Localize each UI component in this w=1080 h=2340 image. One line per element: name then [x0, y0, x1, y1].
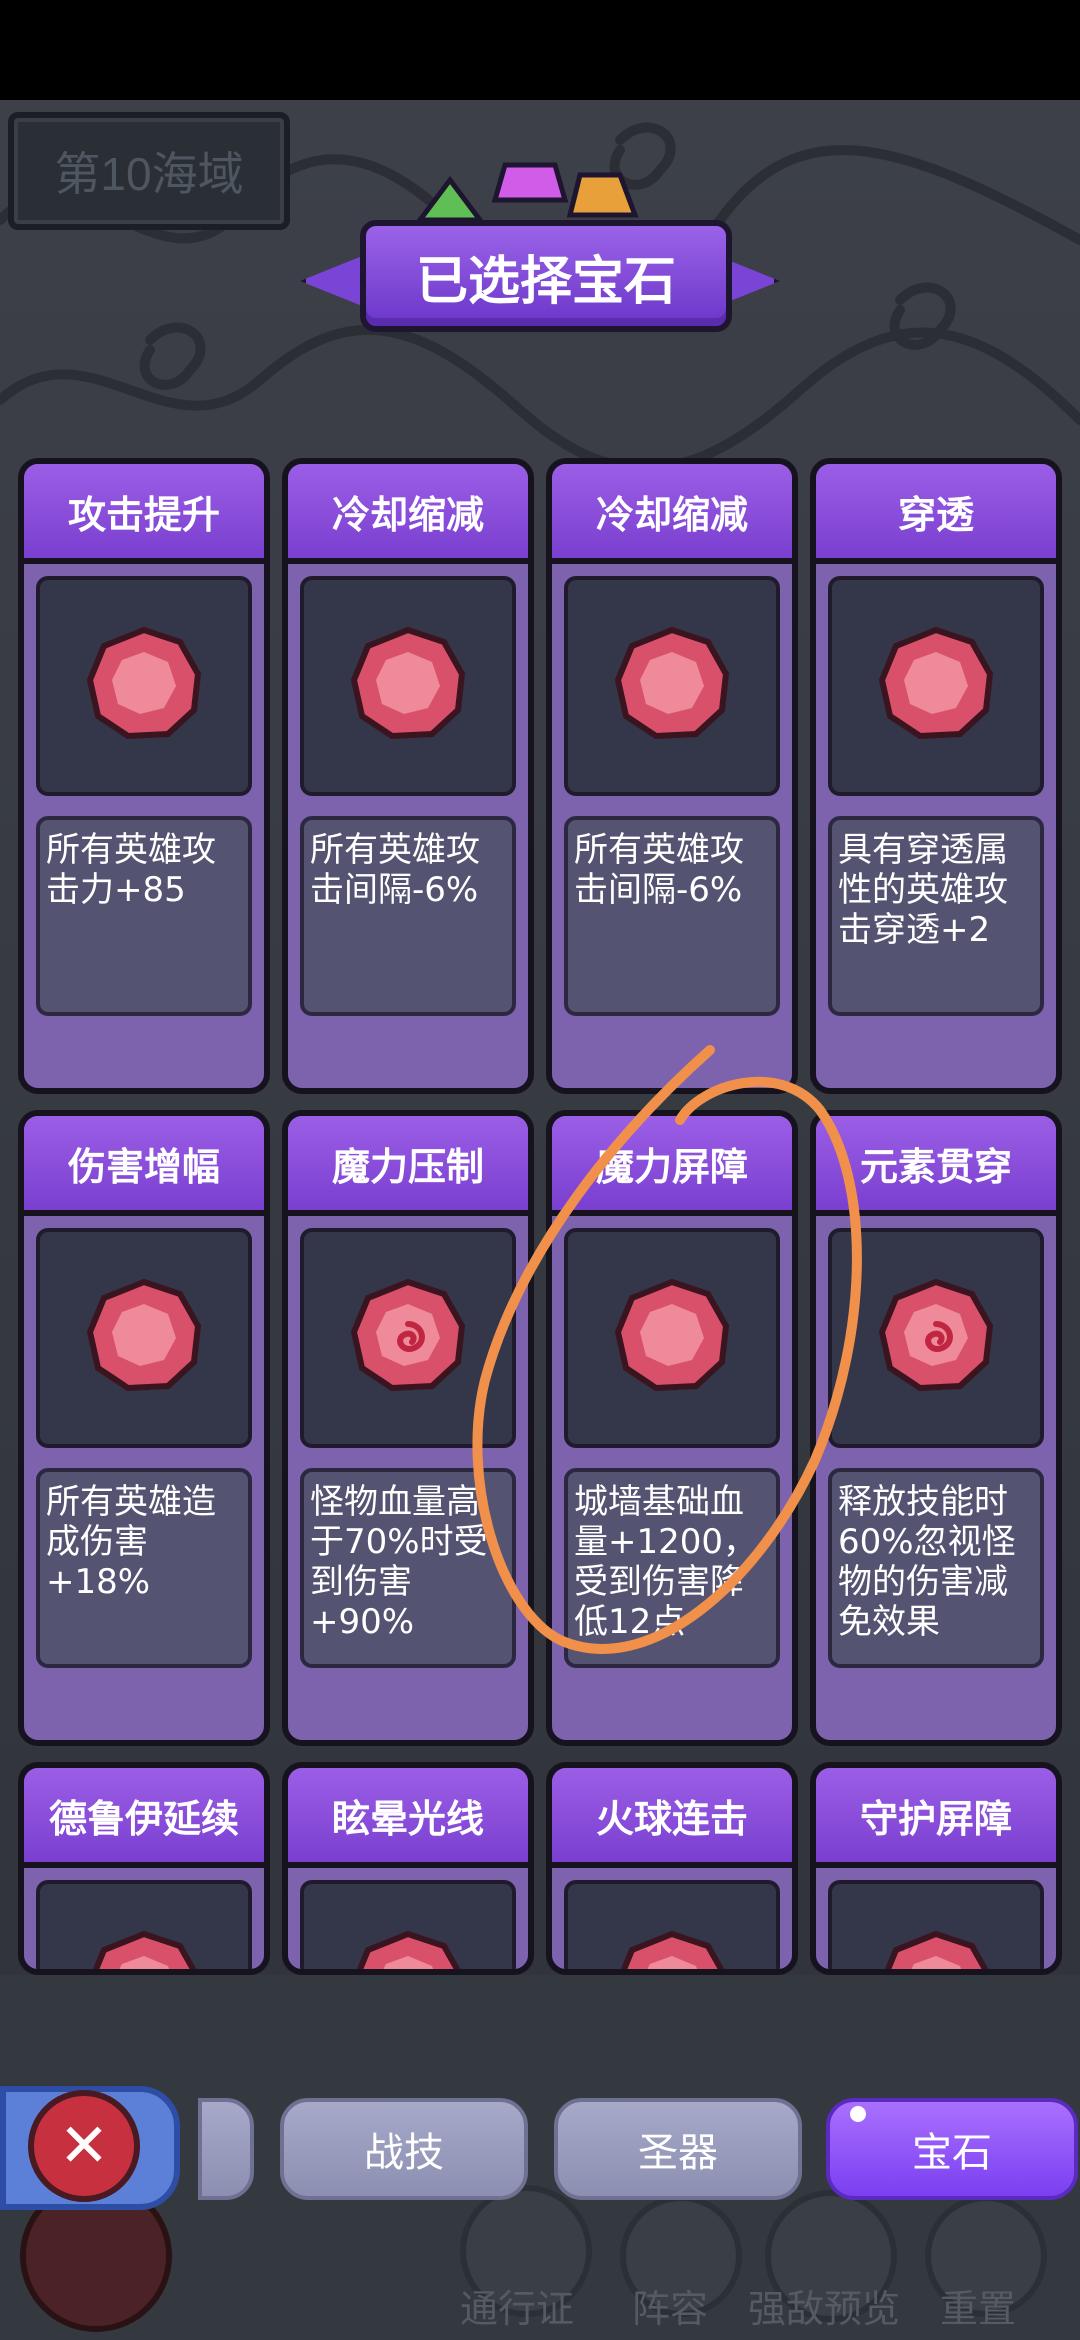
gem-icon-box [36, 576, 252, 796]
gem-icon-box [828, 1228, 1044, 1448]
gem-icon [348, 624, 468, 748]
gem-card-title: 冷却缩减 [288, 464, 528, 564]
gem-card[interactable]: 冷却缩减 所有英雄攻击间隔-6% [546, 458, 798, 1094]
gem-card-title: 元素贯穿 [816, 1116, 1056, 1216]
nav-reset-label[interactable]: 重置 [940, 2278, 1016, 2333]
gem-icon [612, 624, 732, 748]
gem-card-description: 所有英雄攻击力+85 [36, 816, 252, 1016]
tab-relic[interactable]: 圣器 [554, 2098, 802, 2200]
gem-card-title: 穿透 [816, 464, 1056, 564]
gem-card-title: 眩晕光线 [288, 1768, 528, 1868]
nav-preview-label[interactable]: 强敌预览 [748, 2278, 900, 2333]
gem-card-title: 魔力压制 [288, 1116, 528, 1216]
gem-icon [84, 1276, 204, 1400]
gem-card-title: 魔力屏障 [552, 1116, 792, 1216]
close-button[interactable]: ✕ [28, 2090, 140, 2202]
swirl-gem-icon [876, 1276, 996, 1400]
tab-skill[interactable]: 战技 [280, 2098, 528, 2200]
gem-icon [612, 1276, 732, 1400]
gem-card[interactable]: 元素贯穿 释放技能时60%忽视怪物的伤害减免效果 [810, 1110, 1062, 1746]
title-banner: 已选择宝石 [300, 220, 780, 332]
gem-card[interactable]: 冷却缩减 所有英雄攻击间隔-6% [282, 458, 534, 1094]
gem-icon-box [36, 1228, 252, 1448]
gem-icon-box [300, 576, 516, 796]
status-bar [0, 0, 1080, 100]
gem-icon-box [828, 1880, 1044, 1969]
gem-card-title: 伤害增幅 [24, 1116, 264, 1216]
gem-card-description: 城墙基础血量+1200，受到伤害降低12点 [564, 1468, 780, 1668]
gem-icon [348, 1928, 468, 1969]
gem-card-description: 怪物血量高于70%时受到伤害+90% [300, 1468, 516, 1668]
gem-card[interactable]: 魔力压制 怪物血量高于70%时受到伤害+90% [282, 1110, 534, 1746]
sea-region-badge: 第10海域 [8, 112, 290, 230]
gem-card-description: 释放技能时60%忽视怪物的伤害减免效果 [828, 1468, 1044, 1668]
gem-card[interactable]: 火球连击 [546, 1762, 798, 1975]
gem-card-title: 火球连击 [552, 1768, 792, 1868]
gem-icon-box [564, 576, 780, 796]
gem-card[interactable]: 攻击提升 所有英雄攻击力+85 [18, 458, 270, 1094]
gem-card[interactable]: 德鲁伊延续 [18, 1762, 270, 1975]
gem-icon-box [300, 1880, 516, 1969]
gem-card-title: 守护屏障 [816, 1768, 1056, 1868]
gem-card-title: 冷却缩减 [552, 464, 792, 564]
gem-icon [876, 1928, 996, 1969]
gem-icon [612, 1928, 732, 1969]
gem-icon [876, 624, 996, 748]
nav-pass-label[interactable]: 通行证 [460, 2278, 574, 2333]
tab-gem-dot [850, 2106, 866, 2122]
gem-card-description: 所有英雄攻击间隔-6% [564, 816, 780, 1016]
page-title: 已选择宝石 [360, 220, 732, 332]
gem-card-title: 攻击提升 [24, 464, 264, 564]
gem-card-title: 德鲁伊延续 [24, 1768, 264, 1868]
gem-card[interactable]: 魔力屏障 城墙基础血量+1200，受到伤害降低12点 [546, 1110, 798, 1746]
blank-tab[interactable] [198, 2098, 254, 2200]
gem-card[interactable]: 眩晕光线 [282, 1762, 534, 1975]
close-icon: ✕ [58, 2111, 110, 2181]
gem-card-description: 所有英雄攻击间隔-6% [300, 816, 516, 1016]
gem-card-description: 所有英雄造成伤害+18% [36, 1468, 252, 1668]
gem-icon [84, 624, 204, 748]
gem-icon-box [300, 1228, 516, 1448]
gem-icon [84, 1928, 204, 1969]
swirl-gem-icon [348, 1276, 468, 1400]
gem-icon-box [36, 1880, 252, 1969]
gem-card[interactable]: 穿透 具有穿透属性的英雄攻击穿透+2 [810, 458, 1062, 1094]
nav-lineup-label[interactable]: 阵容 [632, 2278, 708, 2333]
gem-card[interactable]: 守护屏障 [810, 1762, 1062, 1975]
gem-card[interactable]: 伤害增幅 所有英雄造成伤害+18% [18, 1110, 270, 1746]
gem-icon-box [564, 1880, 780, 1969]
gem-icon-box [828, 576, 1044, 796]
gem-card-description: 具有穿透属性的英雄攻击穿透+2 [828, 816, 1044, 1016]
gem-icon-box [564, 1228, 780, 1448]
